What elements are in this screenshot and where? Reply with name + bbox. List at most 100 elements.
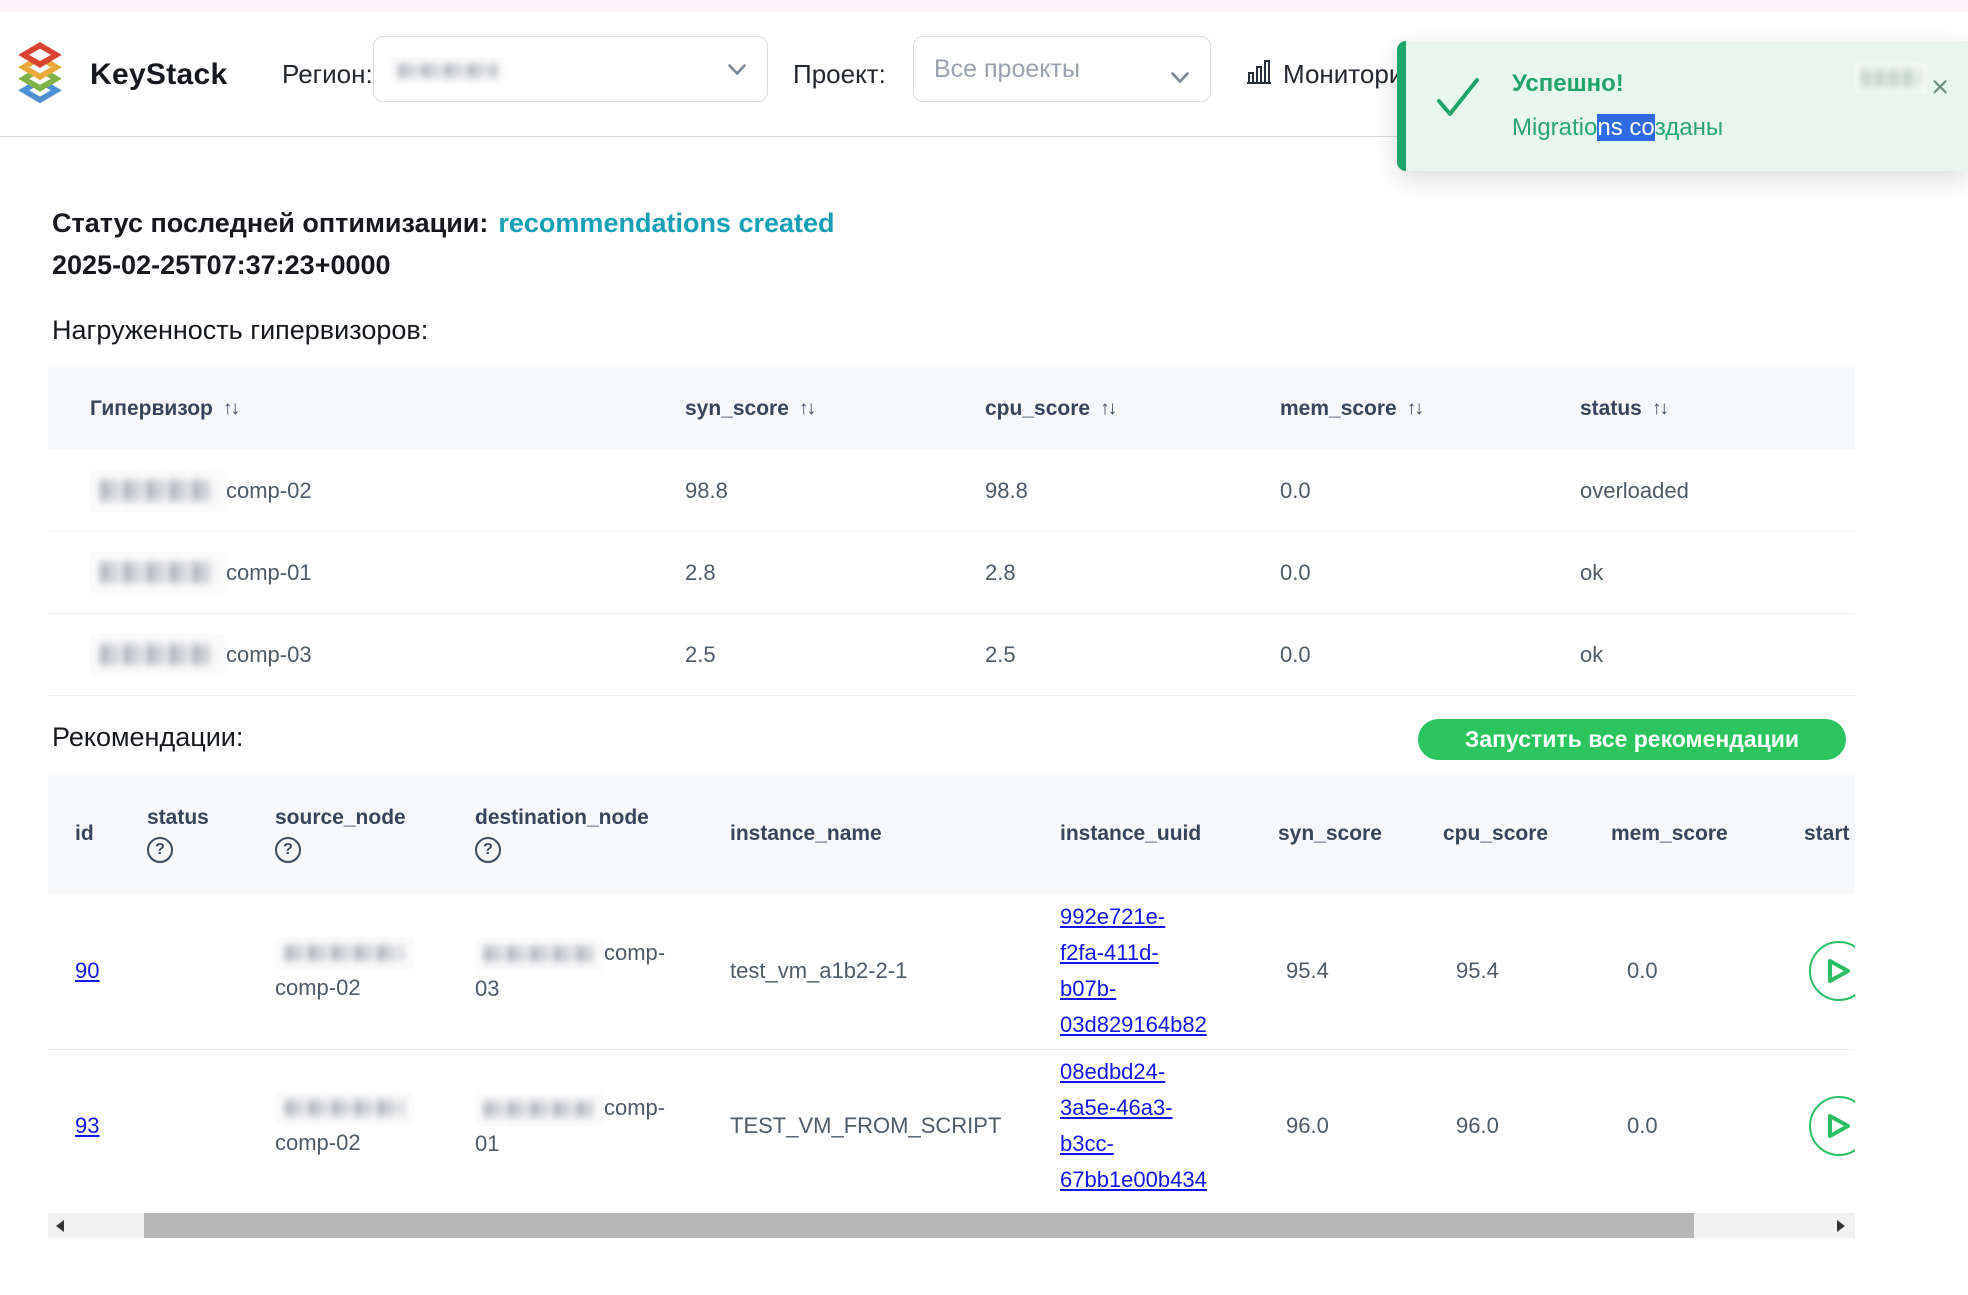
hypervisors-heading: Нагруженность гипервизоров: [52,315,428,346]
optimization-status-label: Статус последней оптимизации: [52,208,488,238]
column-header-instance-name: instance_name [703,775,1033,893]
instance-uuid-link[interactable]: b07b- [1060,971,1116,1007]
syn-score-cell: 2.5 [643,614,943,696]
instance-uuid-cell: 992e721e- f2fa-411d- b07b- 03d829164b82 [1033,893,1251,1050]
instance-uuid-link[interactable]: 992e721e- [1060,899,1165,935]
redacted-hostname-prefix [90,552,225,594]
instance-uuid-link[interactable]: 03d829164b82 [1060,1007,1207,1043]
source-node-cell: comp-02 [248,893,448,1050]
instance-name-cell: test_vm_a1b2-2-1 [703,893,1033,1050]
start-cell [1759,893,1855,1050]
mem-score-cell: 0.0 [1584,1050,1759,1202]
close-icon[interactable]: × [1920,67,1960,107]
help-icon[interactable]: ? [275,837,301,863]
recommendations-table-viewport: id status? source_node? destination_node… [48,775,1855,1203]
toast-title: Успешно! [1512,70,1624,98]
recommendation-status-cell [120,893,248,1050]
column-header-id: id [48,775,120,893]
mem-score-cell: 0.0 [1238,614,1538,696]
instance-uuid-cell: 08edbd24- 3a5e-46a3- b3cc- 67bb1e00b434 [1033,1050,1251,1202]
column-header-start: start [1759,775,1855,893]
recommendation-id-link[interactable]: 93 [75,1113,99,1139]
recommendation-id-cell: 90 [48,893,120,1050]
scroll-left-arrow-icon[interactable] [56,1220,64,1232]
sort-icon: ↑↓ [1100,398,1115,420]
column-header-status[interactable]: status↑↓ [1538,367,1855,450]
optimization-timestamp: 2025-02-25T07:37:23+0000 [52,250,391,281]
chevron-down-icon [1170,63,1190,92]
redacted-toast-detail [1855,63,1927,93]
column-header-syn-score[interactable]: syn_score↑↓ [643,367,943,450]
sort-icon: ↑↓ [1407,398,1422,420]
help-icon[interactable]: ? [475,837,501,863]
redacted-hostname-prefix [90,470,225,512]
success-toast: Успешно! Migrations coзданы × [1397,41,1968,171]
project-select-value: Все проекты [934,55,1080,84]
top-strip [0,0,1968,12]
horizontal-scrollbar[interactable] [48,1213,1855,1238]
mem-score-cell: 0.0 [1238,532,1538,614]
source-node-cell: comp-02 [248,1050,448,1202]
sort-icon: ↑↓ [799,398,814,420]
keystack-logo-icon [18,42,62,106]
cpu-score-cell: 95.4 [1416,893,1584,1050]
region-select[interactable] [373,36,768,102]
scrollbar-thumb[interactable] [144,1213,1694,1238]
hypervisors-table: Гипервизор↑↓ syn_score↑↓ cpu_score↑↓ mem… [48,367,1855,696]
check-icon [1435,77,1481,124]
syn-score-cell: 95.4 [1251,893,1416,1050]
bar-chart-icon [1244,56,1274,93]
scroll-right-arrow-icon[interactable] [1837,1220,1845,1232]
redacted-hostname-prefix [475,938,604,971]
start-cell [1759,1050,1855,1202]
brand-title: KeyStack [90,12,228,137]
redacted-hostname-prefix [275,1092,414,1125]
project-select[interactable]: Все проекты [913,36,1211,102]
keystack-app: KeyStack Регион: Проект: Все проекты [0,0,1968,1295]
hypervisor-name-cell: comp-01 [48,532,643,614]
help-icon[interactable]: ? [147,837,173,863]
instance-uuid-link[interactable]: f2fa-411d- [1060,935,1159,971]
hypervisor-name-cell: comp-02 [48,450,643,532]
status-cell: ok [1538,532,1855,614]
recommendation-status-cell [120,1050,248,1202]
syn-score-cell: 96.0 [1251,1050,1416,1202]
instance-uuid-link[interactable]: 3a5e-46a3- [1060,1090,1173,1126]
cpu-score-cell: 96.0 [1416,1050,1584,1202]
column-header-mem-score[interactable]: mem_score↑↓ [1238,367,1538,450]
hypervisor-name-cell: comp-03 [48,614,643,696]
column-header-instance-uuid: instance_uuid [1033,775,1251,893]
mem-score-cell: 0.0 [1238,450,1538,532]
start-migration-play-button[interactable] [1809,941,1855,1001]
optimization-status-value: recommendations created [498,208,834,238]
mem-score-cell: 0.0 [1584,893,1759,1050]
redacted-region-value [390,57,505,84]
column-header-cpu-score: cpu_score [1416,775,1584,893]
start-migration-play-button[interactable] [1809,1096,1855,1156]
recommendation-id-link[interactable]: 90 [75,958,99,984]
column-header-status: status? [120,775,248,893]
run-all-recommendations-button[interactable]: Запустить все рекомендации [1418,719,1846,760]
instance-uuid-link[interactable]: 08edbd24- [1060,1054,1165,1090]
recommendations-table: id status? source_node? destination_node… [48,775,1855,1202]
cpu-score-cell: 2.5 [943,614,1238,696]
sort-icon: ↑↓ [1652,398,1667,420]
redacted-hostname-prefix [275,937,414,970]
destination-node-cell: comp-01 [448,1050,703,1202]
column-header-hypervisor[interactable]: Гипервизор↑↓ [48,367,643,450]
column-header-syn-score: syn_score [1251,775,1416,893]
toast-message: Migrations coзданы [1512,114,1723,142]
column-header-mem-score: mem_score [1584,775,1759,893]
status-cell: ok [1538,614,1855,696]
column-header-cpu-score[interactable]: cpu_score↑↓ [943,367,1238,450]
cpu-score-cell: 2.8 [943,532,1238,614]
instance-uuid-link[interactable]: 67bb1e00b434 [1060,1162,1207,1198]
chevron-down-icon [727,63,747,82]
destination-node-cell: comp-03 [448,893,703,1050]
instance-uuid-link[interactable]: b3cc- [1060,1126,1114,1162]
syn-score-cell: 98.8 [643,450,943,532]
column-header-source-node: source_node? [248,775,448,893]
selected-text: ns co [1597,114,1654,141]
syn-score-cell: 2.8 [643,532,943,614]
instance-name-cell: TEST_VM_FROM_SCRIPT [703,1050,1033,1202]
